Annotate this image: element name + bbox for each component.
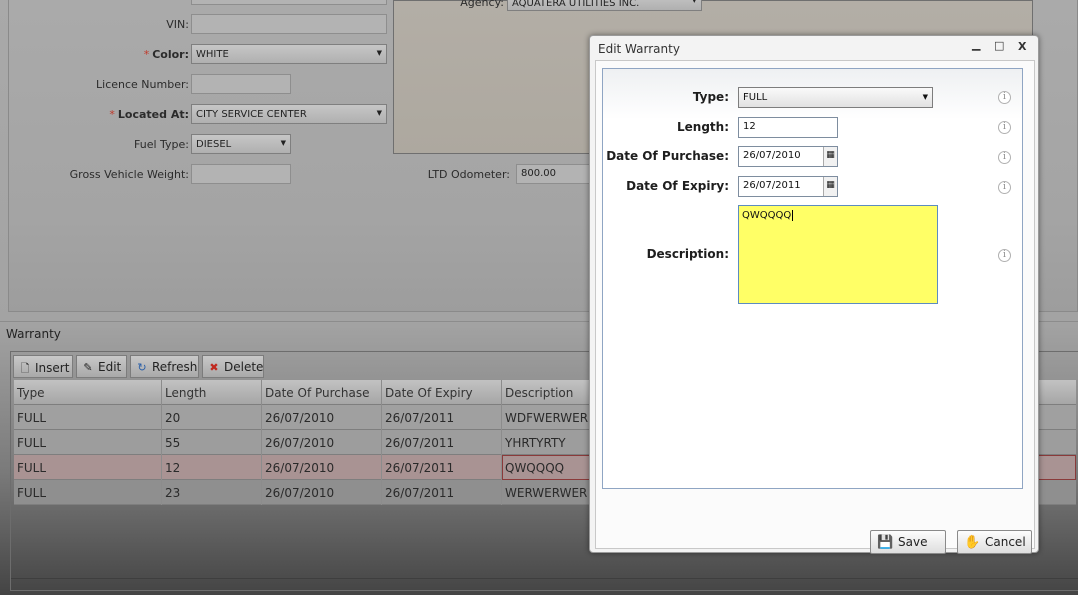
odometer-field[interactable]: 800.00 bbox=[516, 164, 596, 184]
grid-footer-divider bbox=[11, 578, 1078, 579]
column-header-date-of-purchase[interactable]: Date Of Purchase bbox=[262, 380, 382, 405]
fuel-select-value: DIESEL bbox=[196, 139, 232, 150]
edit-icon: ✎ bbox=[83, 361, 93, 374]
cell-date-of-expiry: 26/07/2011 bbox=[382, 405, 502, 430]
located-label: * Located At: bbox=[9, 108, 189, 121]
calendar-icon[interactable]: ▦ bbox=[823, 177, 837, 196]
cell-length: 55 bbox=[162, 430, 262, 455]
chevron-down-icon: ▼ bbox=[376, 49, 382, 57]
delete-button-label: Delete bbox=[224, 360, 264, 374]
color-select-value: WHITE bbox=[196, 49, 229, 60]
cell-type: FULL bbox=[14, 480, 162, 505]
required-marker: * bbox=[109, 108, 115, 121]
cancel-button[interactable]: ✋ Cancel bbox=[957, 530, 1032, 554]
cell-date-of-expiry: 26/07/2011 bbox=[382, 430, 502, 455]
length-field[interactable]: 12 bbox=[738, 117, 838, 138]
edit-warranty-dialog: Edit Warranty ▁ □ X Type: FULL ▼ i Lengt… bbox=[589, 35, 1039, 554]
dialog-title: Edit Warranty bbox=[598, 42, 680, 56]
purchase-date-field[interactable]: 26/07/2010 ▦ bbox=[738, 146, 838, 167]
info-icon[interactable]: i bbox=[998, 249, 1011, 262]
type-select-value: FULL bbox=[743, 92, 768, 103]
chevron-down-icon: ▼ bbox=[376, 109, 382, 117]
cell-date-of-purchase: 26/07/2010 bbox=[262, 455, 382, 480]
licence-label: Licence Number: bbox=[96, 78, 189, 91]
refresh-button[interactable]: ↻ Refresh bbox=[130, 355, 199, 378]
refresh-button-label: Refresh bbox=[152, 360, 198, 374]
column-header-type[interactable]: Type bbox=[14, 380, 162, 405]
save-button[interactable]: 💾 Save bbox=[870, 530, 946, 554]
description-label: Description: bbox=[646, 247, 729, 261]
vin-label: VIN: bbox=[166, 18, 189, 31]
cell-type: FULL bbox=[14, 405, 162, 430]
document-icon: 🗋 bbox=[20, 362, 30, 375]
type-label: Type: bbox=[692, 90, 729, 104]
purchase-date-value: 26/07/2010 bbox=[743, 150, 801, 161]
cancel-hand-icon: ✋ bbox=[964, 535, 981, 550]
expiry-date-value: 26/07/2011 bbox=[743, 180, 801, 191]
fuel-select[interactable]: DIESEL ▼ bbox=[191, 134, 291, 154]
description-value: QWQQQQ bbox=[742, 210, 792, 221]
color-label-text: Color: bbox=[152, 48, 189, 61]
edit-button[interactable]: ✎ Edit bbox=[76, 355, 127, 378]
cancel-button-label: Cancel bbox=[985, 535, 1026, 549]
delete-icon: ✖ bbox=[209, 361, 219, 374]
cell-date-of-expiry: 26/07/2011 bbox=[382, 455, 502, 480]
gvw-label: Gross Vehicle Weight: bbox=[69, 168, 189, 181]
save-button-label: Save bbox=[898, 535, 928, 549]
cell-type: FULL bbox=[14, 455, 162, 480]
length-label: Length: bbox=[677, 120, 729, 134]
cell-length: 20 bbox=[162, 405, 262, 430]
vin-field[interactable] bbox=[191, 14, 387, 34]
info-icon[interactable]: i bbox=[998, 91, 1011, 104]
cell-length: 12 bbox=[162, 455, 262, 480]
dialog-body: Type: FULL ▼ i Length: 12 i Date Of Purc… bbox=[595, 60, 1035, 554]
type-select[interactable]: FULL ▼ bbox=[738, 87, 933, 108]
floppy-disk-icon: 💾 bbox=[877, 535, 894, 550]
located-select-value: CITY SERVICE CENTER bbox=[196, 109, 307, 120]
cell-date-of-expiry: 26/07/2011 bbox=[382, 480, 502, 505]
cell-length: 23 bbox=[162, 480, 262, 505]
insert-button[interactable]: 🗋 Insert bbox=[13, 355, 73, 378]
info-icon[interactable]: i bbox=[998, 151, 1011, 164]
info-icon[interactable]: i bbox=[998, 181, 1011, 194]
color-label: * Color: bbox=[9, 48, 189, 61]
expiry-date-label: Date Of Expiry: bbox=[626, 179, 729, 193]
cell-date-of-purchase: 26/07/2010 bbox=[262, 430, 382, 455]
chevron-down-icon: ▼ bbox=[691, 0, 697, 4]
close-icon[interactable]: X bbox=[1018, 40, 1026, 53]
color-select[interactable]: WHITE ▼ bbox=[191, 44, 387, 64]
warranty-title: Warranty bbox=[6, 327, 61, 341]
fuel-label: Fuel Type: bbox=[134, 138, 189, 151]
odometer-label: LTD Odometer: bbox=[427, 168, 510, 181]
expiry-date-field[interactable]: 26/07/2011 ▦ bbox=[738, 176, 838, 197]
chevron-down-icon: ▼ bbox=[280, 139, 286, 147]
maximize-icon[interactable]: □ bbox=[994, 39, 1004, 52]
cell-date-of-purchase: 26/07/2010 bbox=[262, 405, 382, 430]
gvw-field[interactable] bbox=[191, 164, 291, 184]
column-header-length[interactable]: Length bbox=[162, 380, 262, 405]
purchase-date-label: Date Of Purchase: bbox=[606, 149, 729, 163]
located-label-text: Located At: bbox=[117, 108, 189, 121]
insert-button-label: Insert bbox=[35, 361, 70, 375]
text-cursor bbox=[792, 210, 794, 221]
located-select[interactable]: CITY SERVICE CENTER ▼ bbox=[191, 104, 387, 124]
chevron-down-icon: ▼ bbox=[922, 93, 928, 101]
agency-select-value: AQUATERA UTILITIES INC. bbox=[512, 0, 640, 9]
agency-select[interactable]: AQUATERA UTILITIES INC. ▼ bbox=[507, 0, 702, 11]
info-icon[interactable]: i bbox=[998, 121, 1011, 134]
cell-date-of-purchase: 26/07/2010 bbox=[262, 480, 382, 505]
delete-button[interactable]: ✖ Delete bbox=[202, 355, 264, 378]
cell-type: FULL bbox=[14, 430, 162, 455]
minimize-icon[interactable]: ▁ bbox=[972, 38, 980, 51]
agency-label: Agency: bbox=[460, 0, 504, 9]
required-marker: * bbox=[143, 48, 150, 61]
edit-button-label: Edit bbox=[98, 360, 122, 374]
description-textarea[interactable]: QWQQQQ bbox=[738, 205, 938, 304]
refresh-icon: ↻ bbox=[137, 361, 147, 374]
column-header-date-of-expiry[interactable]: Date Of Expiry bbox=[382, 380, 502, 405]
warranty-form: Type: FULL ▼ i Length: 12 i Date Of Purc… bbox=[602, 68, 1023, 489]
calendar-icon[interactable]: ▦ bbox=[823, 147, 837, 166]
licence-field[interactable] bbox=[191, 74, 291, 94]
